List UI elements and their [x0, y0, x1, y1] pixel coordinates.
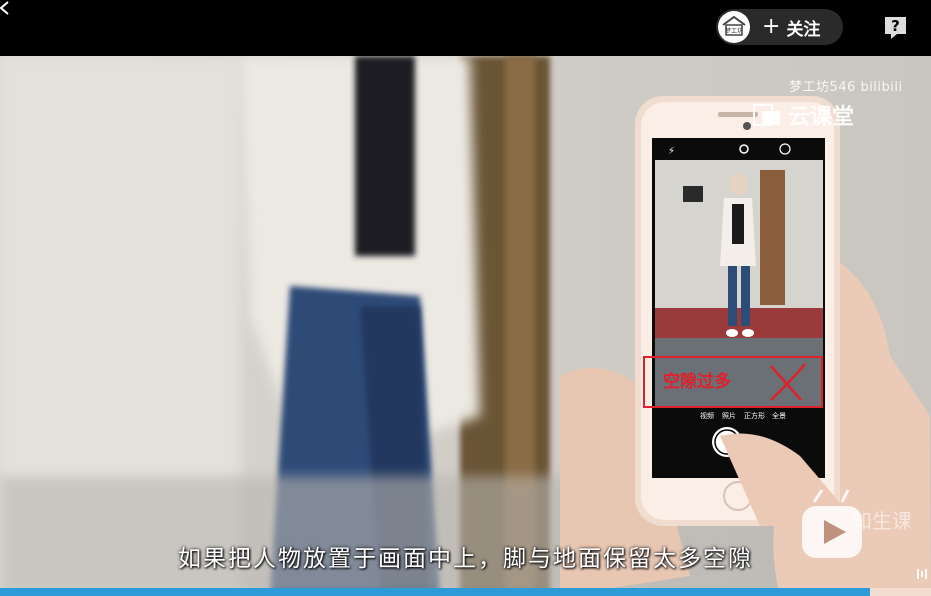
progress-bar[interactable] [0, 578, 931, 596]
question-mark-icon: ? [885, 17, 906, 39]
plus-icon: + [762, 14, 781, 39]
chevron-left-icon [0, 1, 9, 15]
mode-label-pano: 全景 [772, 411, 786, 420]
follow-button[interactable]: 梦工坊 + 关注 [716, 9, 843, 45]
mode-label-photo: 照片 [722, 411, 736, 420]
back-button[interactable] [0, 0, 12, 16]
annotation-box: 空隙过多 [643, 356, 823, 408]
avatar-text: 梦工坊 [725, 27, 743, 35]
top-bar: 梦工坊 + 关注 ? [0, 0, 931, 56]
svg-text:⚡: ⚡ [668, 146, 675, 157]
fullscreen-button[interactable] [915, 566, 931, 582]
mode-label-video: 视频 [700, 411, 714, 420]
channel-avatar[interactable]: 梦工坊 [718, 11, 750, 43]
mode-label-square: 正方形 [744, 411, 765, 420]
cross-mark-icon [770, 363, 806, 401]
house-logo-icon: 梦工坊 [722, 15, 746, 36]
annotation-text: 空隙过多 [663, 372, 731, 392]
help-button[interactable]: ? [883, 15, 908, 40]
fullscreen-icon [917, 569, 927, 579]
video-subtitle: 如果把人物放置于画面中上，脚与地面保留太多空隙 [178, 546, 753, 572]
brand-watermark: 云课堂 [752, 100, 854, 130]
channel-logo-icon: 知生课 [802, 489, 910, 558]
follow-label: 关注 [786, 19, 821, 40]
progress-fill [0, 588, 871, 596]
video-player[interactable]: ⚡ 视频 照片 正方形 全景 梦工坊546 bilibili 云课堂 空隙过多 [0, 56, 931, 596]
classroom-icon [753, 104, 780, 126]
video-frame: ⚡ 视频 照片 正方形 全景 [0, 56, 931, 596]
help-glyph: ? [891, 17, 900, 35]
brand-name: 云课堂 [788, 105, 855, 130]
corner-logo-text: 知生课 [852, 509, 910, 533]
channel-watermark: 梦工坊546 bilibili [789, 80, 903, 95]
